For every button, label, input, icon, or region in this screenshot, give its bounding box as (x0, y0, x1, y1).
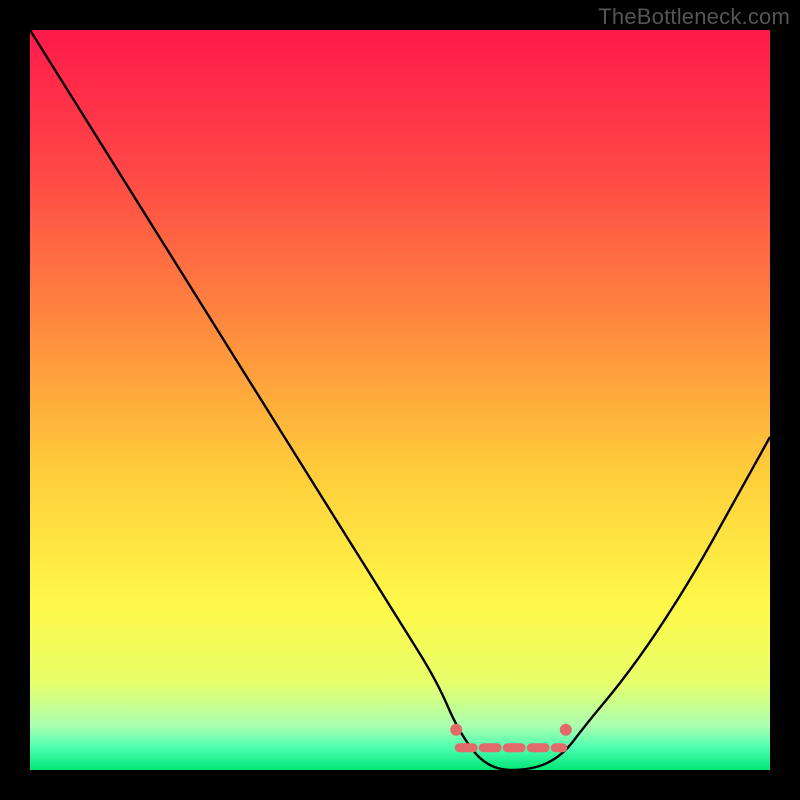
plot-area (30, 30, 770, 770)
bottleneck-curve (30, 30, 770, 770)
chart-container: TheBottleneck.com (0, 0, 800, 800)
attribution-label: TheBottleneck.com (598, 4, 790, 30)
